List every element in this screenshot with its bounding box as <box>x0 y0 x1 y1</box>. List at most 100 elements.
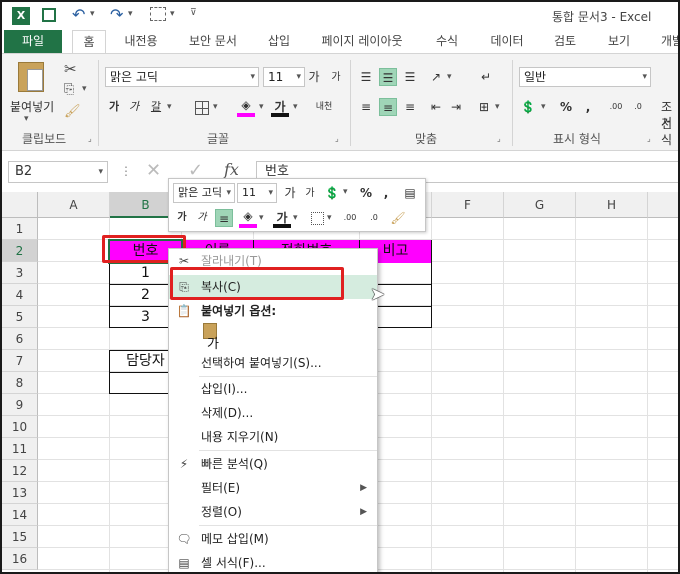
row-header-3[interactable]: 3 <box>2 262 38 284</box>
accounting-format-icon[interactable]: 💲 <box>519 98 537 116</box>
menu-item-format-cells[interactable]: ▤ 셀 서식(F)... <box>169 551 377 572</box>
font-launcher-icon[interactable]: ⌟ <box>335 134 339 143</box>
paste-button-label[interactable]: 붙여넣기 <box>10 98 54 115</box>
font-size-combo[interactable]: 11 ▾ <box>263 67 305 87</box>
format-painter-icon[interactable]: 🖌 <box>64 104 81 119</box>
menu-item-sort[interactable]: 정렬(O) ▶ <box>169 500 377 524</box>
merge-center-icon[interactable]: ⊞ <box>475 98 493 116</box>
paste-icon[interactable] <box>18 62 44 92</box>
select-dropdown-icon[interactable]: ▾ <box>170 9 175 19</box>
row-header-5[interactable]: 5 <box>2 306 38 328</box>
align-top-icon[interactable]: ☰ <box>357 68 375 86</box>
redo-dropdown-icon[interactable]: ▾ <box>128 9 133 19</box>
underline-dropdown-icon[interactable]: ▾ <box>167 102 172 112</box>
paste-dropdown-icon[interactable]: ▾ <box>24 114 29 124</box>
paste-option-button[interactable]: 가 <box>199 323 223 352</box>
row-header-1[interactable]: 1 <box>2 218 38 240</box>
row-header-9[interactable]: 9 <box>2 394 38 416</box>
font-color-icon[interactable]: 가 <box>271 98 289 117</box>
borders-icon[interactable] <box>195 101 209 115</box>
tab-developer[interactable]: 개발 <box>652 30 678 54</box>
orientation-icon[interactable]: ↗ <box>427 68 445 86</box>
decrease-decimal-icon[interactable]: .0 <box>629 98 647 116</box>
align-left-icon[interactable]: ≡ <box>357 98 375 116</box>
tab-personal[interactable]: 내전용 <box>118 30 164 54</box>
mini-percent-icon[interactable]: % <box>357 184 375 202</box>
wrap-text-icon[interactable]: ↵ <box>477 68 495 86</box>
fill-color-icon[interactable]: ◈ <box>237 98 255 117</box>
mini-borders-dropdown-icon[interactable]: ▾ <box>327 213 332 223</box>
save-icon[interactable] <box>42 8 56 22</box>
menu-item-clear-contents[interactable]: 내용 지우기(N) <box>169 425 377 449</box>
row-header-4[interactable]: 4 <box>2 284 38 306</box>
number-launcher-icon[interactable]: ⌟ <box>647 134 651 143</box>
mini-size-combo[interactable]: 11 ▾ <box>237 183 277 203</box>
column-header-f[interactable]: F <box>432 192 504 218</box>
underline-icon[interactable]: 갈 <box>147 98 165 116</box>
column-header-i[interactable] <box>648 192 678 218</box>
row-header-8[interactable]: 8 <box>2 372 38 394</box>
orientation-dropdown-icon[interactable]: ▾ <box>447 72 452 82</box>
mini-font-color-icon[interactable]: 가 <box>273 209 291 228</box>
number-format-combo[interactable]: 일반 ▾ <box>519 67 651 87</box>
row-header-13[interactable]: 13 <box>2 482 38 504</box>
align-bottom-icon[interactable]: ☰ <box>401 68 419 86</box>
font-family-combo[interactable]: 맑은 고딕 ▾ <box>105 67 259 87</box>
tab-insert[interactable]: 삽입 <box>262 30 296 54</box>
borders-dropdown-icon[interactable]: ▾ <box>213 102 218 112</box>
mini-comma-icon[interactable]: , <box>377 184 395 202</box>
undo-dropdown-icon[interactable]: ▾ <box>90 9 95 19</box>
cut-icon[interactable]: ✂ <box>64 60 77 78</box>
mini-decrease-decimal-icon[interactable]: .0 <box>365 209 383 227</box>
align-middle-icon[interactable]: ☰ <box>379 68 397 86</box>
mini-bold-icon[interactable]: 가 <box>173 209 191 227</box>
tab-home[interactable]: 홈 <box>72 30 106 54</box>
tab-page-layout[interactable]: 페이지 레이아웃 <box>314 30 410 54</box>
row-header-11[interactable]: 11 <box>2 438 38 460</box>
conditional-format-label-2[interactable]: 서식 <box>661 114 678 148</box>
tab-view[interactable]: 보기 <box>602 30 636 54</box>
select-objects-icon[interactable] <box>150 7 166 21</box>
mini-italic-icon[interactable]: 가 <box>193 209 211 227</box>
shrink-font-icon[interactable]: 가 <box>327 69 345 87</box>
row-header-2[interactable]: 2 <box>2 240 38 262</box>
align-center-icon[interactable]: ≡ <box>379 98 397 116</box>
menu-item-quick-analysis[interactable]: ⚡ 빠른 분석(Q) <box>169 452 377 476</box>
clipboard-launcher-icon[interactable]: ⌟ <box>88 134 92 143</box>
column-header-a[interactable]: A <box>38 192 110 218</box>
fill-color-dropdown-icon[interactable]: ▾ <box>259 102 264 112</box>
tab-data[interactable]: 데이터 <box>484 30 530 54</box>
mini-increase-decimal-icon[interactable]: .00 <box>341 209 359 227</box>
increase-indent-icon[interactable]: ⇥ <box>447 98 465 116</box>
mini-accounting-icon[interactable]: 💲 <box>323 184 341 202</box>
percent-icon[interactable]: % <box>557 98 575 116</box>
undo-icon[interactable]: ↶ <box>72 5 85 24</box>
mini-fill-dropdown-icon[interactable]: ▾ <box>259 213 264 223</box>
row-header-15[interactable]: 15 <box>2 526 38 548</box>
menu-item-paste-special[interactable]: 선택하여 붙여넣기(S)... <box>169 351 377 375</box>
alignment-launcher-icon[interactable]: ⌟ <box>497 134 501 143</box>
tab-secure-doc[interactable]: 보안 문서 <box>182 30 244 54</box>
mini-format-painter-icon[interactable]: 🖌 <box>389 209 407 227</box>
row-header-6[interactable]: 6 <box>2 328 38 350</box>
row-header-14[interactable]: 14 <box>2 504 38 526</box>
mini-format-table-icon[interactable]: ▤ <box>401 184 419 202</box>
row-header-10[interactable]: 10 <box>2 416 38 438</box>
font-color-dropdown-icon[interactable]: ▾ <box>293 102 298 112</box>
cancel-icon[interactable]: ✕ <box>146 160 161 181</box>
mini-fill-color-icon[interactable]: ◈ <box>239 209 257 228</box>
insert-function-icon[interactable]: fx <box>224 160 239 179</box>
mini-borders-icon[interactable] <box>311 212 324 225</box>
align-right-icon[interactable]: ≡ <box>401 98 419 116</box>
accounting-dropdown-icon[interactable]: ▾ <box>541 102 546 112</box>
select-all-button[interactable] <box>2 192 38 218</box>
tab-file[interactable]: 파일 <box>4 30 62 54</box>
mini-grow-font-icon[interactable]: 가 <box>281 184 299 202</box>
customize-qat-icon[interactable]: ⊽ <box>190 8 197 18</box>
redo-icon[interactable]: ↷ <box>110 5 123 24</box>
menu-item-insert[interactable]: 삽입(I)... <box>169 377 377 401</box>
italic-icon[interactable]: 가 <box>125 98 143 116</box>
mini-font-combo[interactable]: 맑은 고딕 ▾ <box>173 183 235 203</box>
menu-item-delete[interactable]: 삭제(D)... <box>169 401 377 425</box>
copy-dropdown-icon[interactable]: ▾ <box>82 84 87 94</box>
